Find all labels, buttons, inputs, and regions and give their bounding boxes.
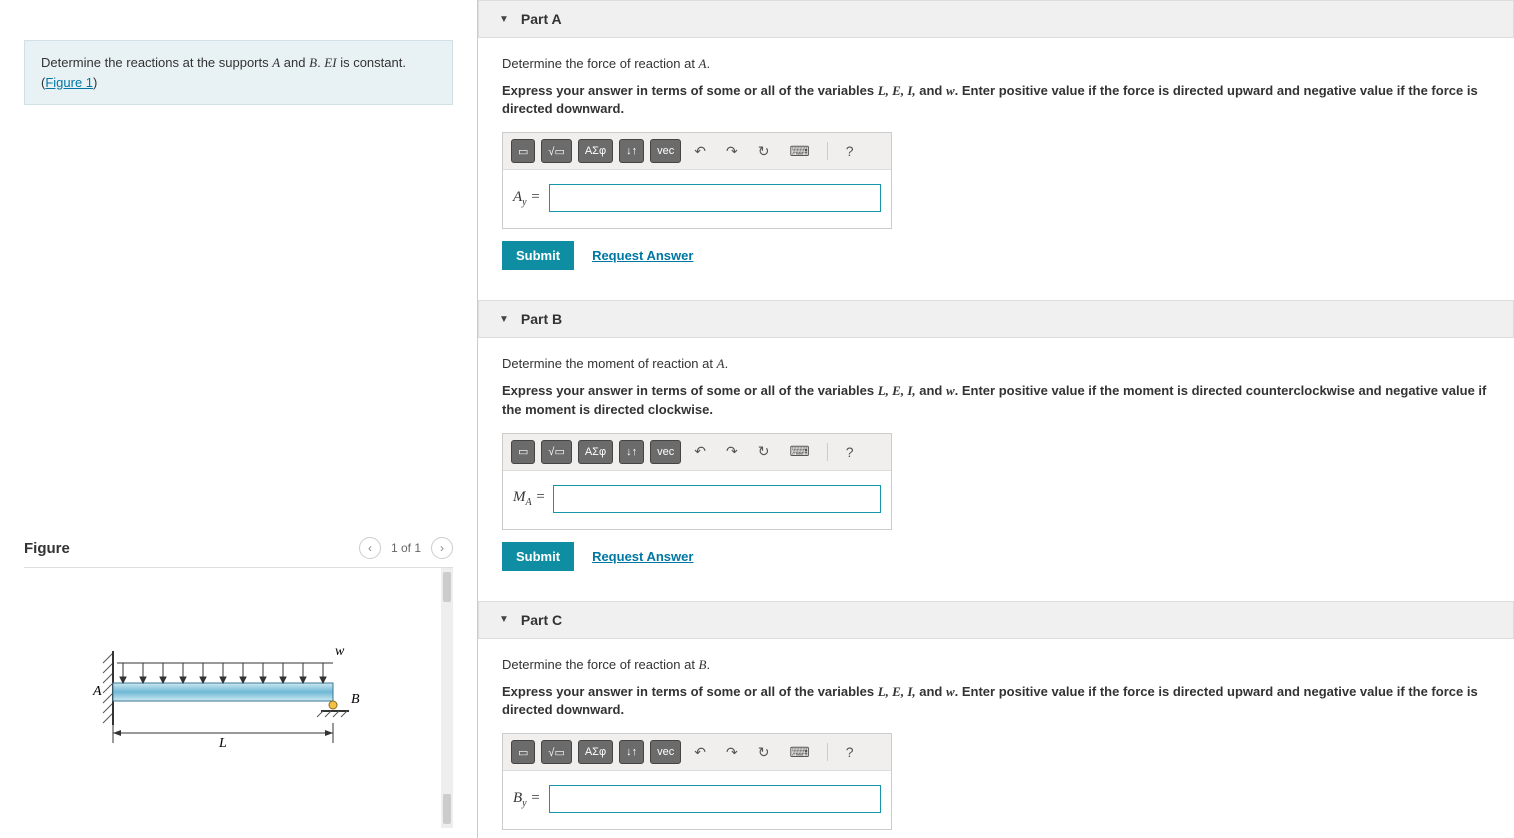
vec-button[interactable]: vec xyxy=(650,139,681,163)
part-a-body: Determine the force of reaction at A. Ex… xyxy=(478,38,1514,300)
problem-statement: Determine the reactions at the supports … xyxy=(24,40,453,105)
part-c-answer-label: By = xyxy=(513,790,541,809)
label-L: L xyxy=(218,736,227,751)
sqrt-button[interactable]: √▭ xyxy=(541,740,571,764)
figure-link[interactable]: Figure 1 xyxy=(45,75,93,90)
right-column: ▼ Part A Determine the force of reaction… xyxy=(478,0,1514,838)
vec-button[interactable]: vec xyxy=(650,440,681,464)
help-button[interactable]: ? xyxy=(838,440,862,464)
part-a-question: Determine the force of reaction at A. xyxy=(502,56,1490,72)
subscript-button[interactable]: ↓↑ xyxy=(619,440,644,464)
figure-prev-button[interactable]: ‹ xyxy=(359,537,381,559)
figure-nav: ‹ 1 of 1 › xyxy=(359,537,453,559)
greek-button[interactable]: ΑΣφ xyxy=(578,139,613,163)
figure-counter: 1 of 1 xyxy=(391,541,421,555)
part-b-instructions: Express your answer in terms of some or … xyxy=(502,382,1490,418)
equation-toolbar: ▭ √▭ ΑΣφ ↓↑ vec ↶ ↷ ↻ ⌨ ? xyxy=(503,734,891,771)
part-a-header[interactable]: ▼ Part A xyxy=(478,0,1514,38)
redo-button[interactable]: ↷ xyxy=(719,440,745,464)
keyboard-icon[interactable]: ⌨ xyxy=(782,139,816,163)
undo-button[interactable]: ↶ xyxy=(687,740,713,764)
sqrt-button[interactable]: √▭ xyxy=(541,139,571,163)
var-B: B xyxy=(309,55,317,70)
figure-next-button[interactable]: › xyxy=(431,537,453,559)
part-a-submit-button[interactable]: Submit xyxy=(502,241,574,270)
part-a-answer-input[interactable] xyxy=(549,184,882,212)
equation-toolbar: ▭ √▭ ΑΣφ ↓↑ vec ↶ ↷ ↻ ⌨ ? xyxy=(503,133,891,170)
part-b-title: Part B xyxy=(521,311,562,327)
subscript-button[interactable]: ↓↑ xyxy=(619,740,644,764)
vec-button[interactable]: vec xyxy=(650,740,681,764)
left-column: Determine the reactions at the supports … xyxy=(0,0,478,838)
part-b-submit-button[interactable]: Submit xyxy=(502,542,574,571)
reset-button[interactable]: ↻ xyxy=(751,440,777,464)
redo-button[interactable]: ↷ xyxy=(719,139,745,163)
collapse-icon: ▼ xyxy=(499,614,509,625)
part-c-answer-input[interactable] xyxy=(549,785,882,813)
subscript-button[interactable]: ↓↑ xyxy=(619,139,644,163)
toolbar-separator xyxy=(827,443,828,461)
part-c-header[interactable]: ▼ Part C xyxy=(478,601,1514,639)
help-button[interactable]: ? xyxy=(838,740,862,764)
figure-header: Figure ‹ 1 of 1 › xyxy=(24,529,453,568)
part-a-answer-label: Ay = xyxy=(513,189,541,208)
part-b-body: Determine the moment of reaction at A. E… xyxy=(478,338,1514,600)
help-button[interactable]: ? xyxy=(838,139,862,163)
part-a-request-answer-link[interactable]: Request Answer xyxy=(592,248,693,263)
toolbar-separator xyxy=(827,142,828,160)
reset-button[interactable]: ↻ xyxy=(751,740,777,764)
collapse-icon: ▼ xyxy=(499,14,509,25)
toolbar-separator xyxy=(827,743,828,761)
part-b-answer-box: ▭ √▭ ΑΣφ ↓↑ vec ↶ ↷ ↻ ⌨ ? MA = xyxy=(502,433,892,530)
undo-button[interactable]: ↶ xyxy=(687,139,713,163)
problem-text: Determine the reactions at the supports xyxy=(41,55,272,70)
keyboard-icon[interactable]: ⌨ xyxy=(782,440,816,464)
template-button[interactable]: ▭ xyxy=(511,139,535,163)
part-c-title: Part C xyxy=(521,612,562,628)
part-a-title: Part A xyxy=(521,11,562,27)
template-button[interactable]: ▭ xyxy=(511,740,535,764)
greek-button[interactable]: ΑΣφ xyxy=(578,440,613,464)
label-w: w xyxy=(335,644,345,659)
scrollbar-down-icon[interactable] xyxy=(443,794,451,824)
sqrt-button[interactable]: √▭ xyxy=(541,440,571,464)
undo-button[interactable]: ↶ xyxy=(687,440,713,464)
part-b-request-answer-link[interactable]: Request Answer xyxy=(592,549,693,564)
figure-title: Figure xyxy=(24,540,70,557)
collapse-icon: ▼ xyxy=(499,314,509,325)
var-A: A xyxy=(272,55,280,70)
redo-button[interactable]: ↷ xyxy=(719,740,745,764)
var-EI: EI xyxy=(324,55,336,70)
part-c-answer-box: ▭ √▭ ΑΣφ ↓↑ vec ↶ ↷ ↻ ⌨ ? By = xyxy=(502,733,892,830)
figure-section: Figure ‹ 1 of 1 › xyxy=(24,505,453,838)
part-b-question: Determine the moment of reaction at A. xyxy=(502,356,1490,372)
label-B: B xyxy=(351,692,360,707)
reset-button[interactable]: ↻ xyxy=(751,139,777,163)
part-a-answer-box: ▭ √▭ ΑΣφ ↓↑ vec ↶ ↷ ↻ ⌨ ? Ay = xyxy=(502,132,892,229)
part-c-instructions: Express your answer in terms of some or … xyxy=(502,683,1490,719)
beam-diagram: A B w L xyxy=(83,623,383,773)
equation-toolbar: ▭ √▭ ΑΣφ ↓↑ vec ↶ ↷ ↻ ⌨ ? xyxy=(503,434,891,471)
part-a-instructions: Express your answer in terms of some or … xyxy=(502,82,1490,118)
figure-viewport: A B w L xyxy=(24,568,453,828)
template-button[interactable]: ▭ xyxy=(511,440,535,464)
part-c-body: Determine the force of reaction at B. Ex… xyxy=(478,639,1514,838)
label-A: A xyxy=(92,684,102,699)
greek-button[interactable]: ΑΣφ xyxy=(578,740,613,764)
scrollbar-up-icon[interactable] xyxy=(443,572,451,602)
keyboard-icon[interactable]: ⌨ xyxy=(782,740,816,764)
part-b-header[interactable]: ▼ Part B xyxy=(478,300,1514,338)
part-b-answer-input[interactable] xyxy=(553,485,881,513)
part-c-question: Determine the force of reaction at B. xyxy=(502,657,1490,673)
part-b-answer-label: MA = xyxy=(513,489,545,508)
